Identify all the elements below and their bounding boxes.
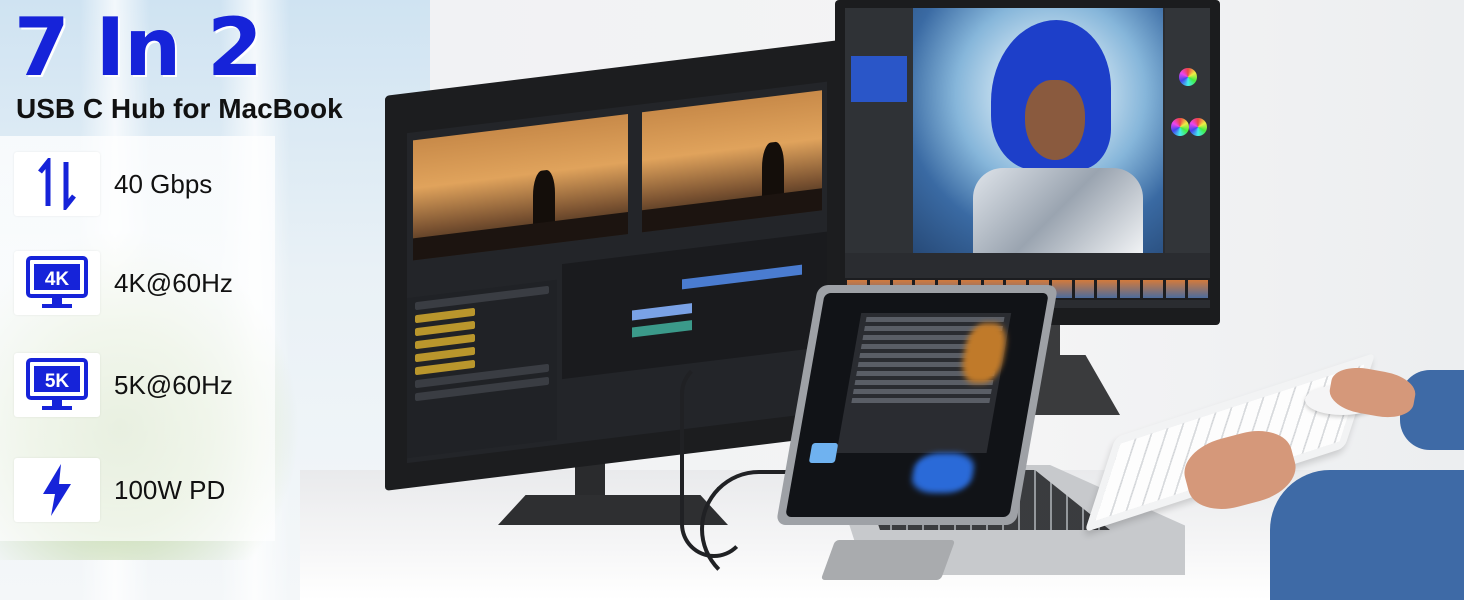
navigator-thumb (851, 56, 907, 102)
timeline-panel (562, 231, 827, 380)
left-monitor (385, 40, 840, 491)
sleeve (1270, 470, 1464, 600)
photo-editor-screen (845, 8, 1210, 308)
color-wheel (1179, 68, 1197, 86)
subheadline: USB C Hub for MacBook (16, 93, 343, 124)
feature-label: 40 Gbps (114, 168, 213, 199)
preview-ground (642, 188, 822, 233)
right-monitor (835, 0, 1220, 325)
video-editor-screen (407, 81, 827, 464)
source-preview (413, 114, 628, 261)
resolution-badge: 4K (45, 269, 70, 290)
timeline-clip (682, 264, 802, 290)
4k-monitor-icon: 4K (14, 251, 100, 315)
folder-icon (808, 443, 839, 463)
headline: 7 In 2 (14, 1, 263, 94)
timeline-clip (632, 303, 692, 321)
feature-power: 100W PD (14, 458, 225, 522)
editor-right-panel (1165, 8, 1210, 253)
feature-5k: 5K 5K@60Hz (14, 353, 233, 417)
feature-label: 5K@60Hz (114, 369, 233, 400)
feature-4k: 4K 4K@60Hz (14, 251, 233, 315)
project-panel (407, 279, 557, 459)
feature-label: 4K@60Hz (114, 267, 233, 298)
arrows-up-down-icon (14, 152, 100, 216)
color-wheel (1171, 118, 1189, 136)
cable (680, 360, 748, 558)
feature-label: 100W PD (114, 474, 226, 505)
lightning-icon (14, 458, 100, 522)
editor-left-panel (845, 8, 913, 253)
laptop (775, 285, 1059, 525)
laptop-screen (785, 293, 1049, 517)
color-wheel (1189, 118, 1207, 136)
5k-monitor-icon: 5K (14, 353, 100, 417)
feature-bandwidth: 40 Gbps (14, 152, 212, 216)
photo-jacket (973, 168, 1143, 253)
photo-face (1025, 80, 1085, 160)
program-preview (642, 90, 822, 233)
resolution-badge: 5K (45, 371, 70, 392)
usb-c-hub (820, 540, 956, 580)
timeline-clip (632, 320, 692, 338)
preview-ground (413, 212, 628, 261)
wallpaper-blob (909, 453, 977, 493)
edited-photo (913, 8, 1163, 253)
